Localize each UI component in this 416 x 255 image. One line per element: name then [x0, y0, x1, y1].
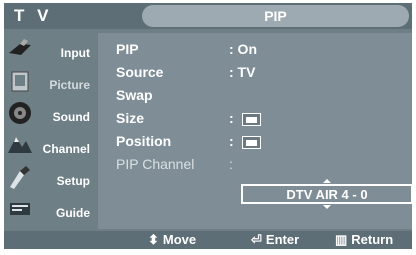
pip-channel-selector[interactable]: DTV AIR 4 - 0	[241, 179, 412, 209]
menu-footer: ⬍ Move ⏎ Enter ▥ Return	[4, 231, 412, 249]
source-row[interactable]: Source : TV	[116, 64, 255, 86]
swap-row[interactable]: Swap	[116, 87, 153, 109]
guide-icon	[10, 203, 30, 215]
menu-header: T V PIP	[4, 3, 412, 29]
return-hint: ▥ Return	[335, 232, 393, 248]
pip-position-icon	[241, 136, 261, 149]
pip-channel-colon: :	[229, 156, 233, 172]
channel-icon	[8, 137, 32, 153]
sidebar-item-input[interactable]: Input	[4, 33, 94, 65]
enter-icon: ⏎	[251, 232, 262, 247]
sidebar-item-label: Sound	[52, 110, 90, 124]
sidebar-item-label: Guide	[55, 206, 90, 220]
position-row[interactable]: Position :	[116, 133, 261, 155]
sidebar-item-sound[interactable]: Sound	[4, 97, 94, 129]
size-row[interactable]: Size :	[116, 110, 261, 132]
sidebar-item-label: Channel	[42, 142, 90, 156]
picture-icon	[11, 71, 29, 92]
size-label: Size	[116, 110, 145, 126]
menu-icon: ▥	[335, 232, 348, 247]
sidebar-item-label: Picture	[49, 78, 90, 92]
sidebar-item-guide[interactable]: Guide	[4, 193, 94, 225]
pip-size-icon	[241, 113, 261, 126]
pip-value: : On	[229, 41, 257, 57]
menu-title: PIP	[264, 8, 287, 24]
menu-title-tab: PIP	[142, 5, 409, 27]
arrow-down-icon[interactable]	[323, 205, 331, 209]
pip-channel-label: PIP Channel	[116, 156, 195, 172]
tv-menu-screen: T V PIP Input Picture Sound Channel Setu…	[4, 3, 412, 249]
category-sidebar: Input Picture Sound Channel Setup Guide	[4, 33, 94, 229]
pip-label: PIP	[116, 41, 139, 57]
swap-label: Swap	[116, 87, 153, 103]
enter-hint: ⏎ Enter	[251, 232, 299, 248]
input-icon	[9, 39, 31, 55]
size-value: :	[229, 110, 261, 126]
pip-row[interactable]: PIP : On	[116, 41, 257, 63]
tv-title: T V	[14, 6, 53, 25]
sidebar-item-label: Input	[60, 46, 90, 60]
sidebar-item-channel[interactable]: Channel	[4, 129, 94, 161]
source-value: : TV	[229, 64, 256, 80]
pip-channel-value: DTV AIR 4 - 0	[286, 187, 368, 202]
size-colon: :	[229, 110, 234, 126]
sidebar-item-picture[interactable]: Picture	[4, 65, 94, 97]
move-hint: ⬍ Move	[148, 232, 196, 248]
sidebar-item-label: Setup	[56, 174, 90, 188]
pip-channel-row[interactable]: PIP Channel :	[116, 156, 233, 178]
source-label: Source	[116, 64, 164, 80]
setup-icon	[10, 166, 30, 189]
enter-label: Enter	[265, 232, 300, 247]
position-value: :	[229, 133, 261, 149]
move-label: Move	[162, 232, 197, 247]
position-label: Position	[116, 133, 172, 149]
sidebar-item-setup[interactable]: Setup	[4, 161, 94, 193]
sound-icon	[9, 102, 31, 124]
position-colon: :	[229, 133, 234, 149]
arrow-up-icon[interactable]	[323, 179, 331, 183]
return-label: Return	[351, 232, 394, 247]
up-down-arrow-icon: ⬍	[148, 232, 159, 247]
pip-channel-frame: DTV AIR 4 - 0	[241, 184, 412, 204]
